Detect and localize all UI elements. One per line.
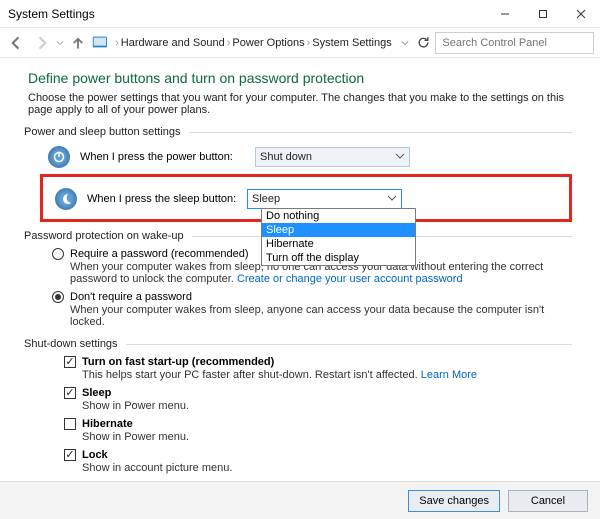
title-bar: System Settings xyxy=(0,0,600,28)
option-hibernate[interactable]: Hibernate xyxy=(262,237,415,251)
cancel-button[interactable]: Cancel xyxy=(508,490,588,512)
footer: Save changes Cancel xyxy=(0,481,600,519)
recent-chevron-icon[interactable] xyxy=(54,32,66,54)
group-shutdown: Shut-down settings xyxy=(24,338,572,350)
save-button[interactable]: Save changes xyxy=(408,490,500,512)
option-do-nothing[interactable]: Do nothing xyxy=(262,209,415,223)
nav-bar: ›Hardware and Sound ›Power Options ›Syst… xyxy=(0,28,600,58)
no-password-radio[interactable] xyxy=(52,291,64,303)
option-lock: Lock Show in account picture menu. xyxy=(64,449,572,474)
forward-button[interactable] xyxy=(30,32,52,54)
close-button[interactable] xyxy=(562,0,600,28)
row-power-button: When I press the power button: Shut down xyxy=(48,144,572,170)
power-icon xyxy=(48,146,70,168)
group-power-buttons: Power and sleep button settings xyxy=(24,126,572,138)
minimize-button[interactable] xyxy=(486,0,524,28)
sleep-checkbox[interactable] xyxy=(64,387,76,399)
option-no-password: Don't require a password When your compu… xyxy=(52,291,572,328)
refresh-button[interactable] xyxy=(414,33,434,53)
page-heading: Define power buttons and turn on passwor… xyxy=(28,70,572,86)
fast-startup-checkbox[interactable] xyxy=(64,356,76,368)
sleep-button-label: When I press the sleep button: xyxy=(87,193,237,205)
up-button[interactable] xyxy=(67,32,89,54)
option-hibernate: Hibernate Show in Power menu. xyxy=(64,418,572,443)
lock-checkbox[interactable] xyxy=(64,449,76,461)
option-turn-off-display[interactable]: Turn off the display xyxy=(262,251,415,265)
sleep-icon xyxy=(55,188,77,210)
option-sleep[interactable]: Sleep xyxy=(262,223,415,237)
content-area: Define power buttons and turn on passwor… xyxy=(0,58,600,481)
window-title: System Settings xyxy=(0,7,95,21)
control-panel-icon xyxy=(91,34,109,52)
maximize-button[interactable] xyxy=(524,0,562,28)
chevron-down-icon xyxy=(387,193,397,206)
power-button-label: When I press the power button: xyxy=(80,151,245,163)
page-description: Choose the power settings that you want … xyxy=(28,92,572,116)
power-button-select[interactable]: Shut down xyxy=(255,147,410,167)
learn-more-link[interactable]: Learn More xyxy=(421,369,477,381)
require-password-radio[interactable] xyxy=(52,248,64,260)
chevron-down-icon xyxy=(395,151,405,164)
back-button[interactable] xyxy=(6,32,28,54)
crumb-system-settings[interactable]: System Settings xyxy=(312,37,391,49)
option-sleep: Sleep Show in Power menu. xyxy=(64,387,572,412)
sleep-button-select[interactable]: Sleep xyxy=(247,189,402,209)
crumb-hardware[interactable]: Hardware and Sound xyxy=(121,37,225,49)
sleep-button-dropdown[interactable]: Do nothing Sleep Hibernate Turn off the … xyxy=(261,208,416,266)
highlighted-section: When I press the sleep button: Sleep Do … xyxy=(40,174,572,222)
search-input[interactable] xyxy=(435,32,594,54)
option-fast-startup: Turn on fast start-up (recommended) This… xyxy=(64,356,572,381)
breadcrumb[interactable]: ›Hardware and Sound ›Power Options ›Syst… xyxy=(111,37,396,49)
change-password-link[interactable]: Create or change your user account passw… xyxy=(237,273,463,285)
hibernate-checkbox[interactable] xyxy=(64,418,76,430)
address-chevron-icon[interactable] xyxy=(398,32,412,54)
crumb-power-options[interactable]: Power Options xyxy=(232,37,304,49)
